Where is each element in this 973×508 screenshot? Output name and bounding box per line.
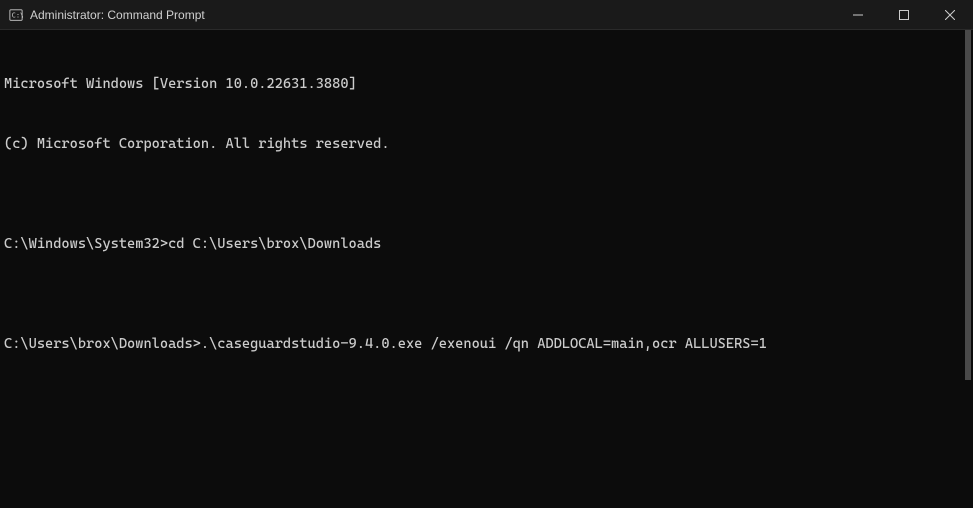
window-controls	[835, 0, 973, 29]
close-button[interactable]	[927, 0, 973, 30]
command-line: C:\Users\brox\Downloads>.\caseguardstudi…	[4, 334, 969, 354]
svg-text:C:\: C:\	[12, 11, 23, 19]
cmd-icon: C:\	[8, 7, 24, 23]
command-text: cd C:\Users\brox\Downloads	[168, 236, 381, 252]
terminal-output[interactable]: Microsoft Windows [Version 10.0.22631.38…	[0, 30, 973, 508]
output-line: (c) Microsoft Corporation. All rights re…	[4, 134, 969, 154]
maximize-button[interactable]	[881, 0, 927, 30]
command-line: C:\Windows\System32>cd C:\Users\brox\Dow…	[4, 234, 969, 254]
minimize-button[interactable]	[835, 0, 881, 30]
prompt: C:\Users\brox\Downloads>	[4, 336, 201, 352]
window-title: Administrator: Command Prompt	[30, 8, 835, 22]
titlebar: C:\ Administrator: Command Prompt	[0, 0, 973, 30]
command-text: .\caseguardstudio-9.4.0.exe /exenoui /qn…	[201, 336, 767, 352]
scrollbar[interactable]	[965, 30, 971, 380]
output-line: Microsoft Windows [Version 10.0.22631.38…	[4, 74, 969, 94]
prompt: C:\Windows\System32>	[4, 236, 168, 252]
